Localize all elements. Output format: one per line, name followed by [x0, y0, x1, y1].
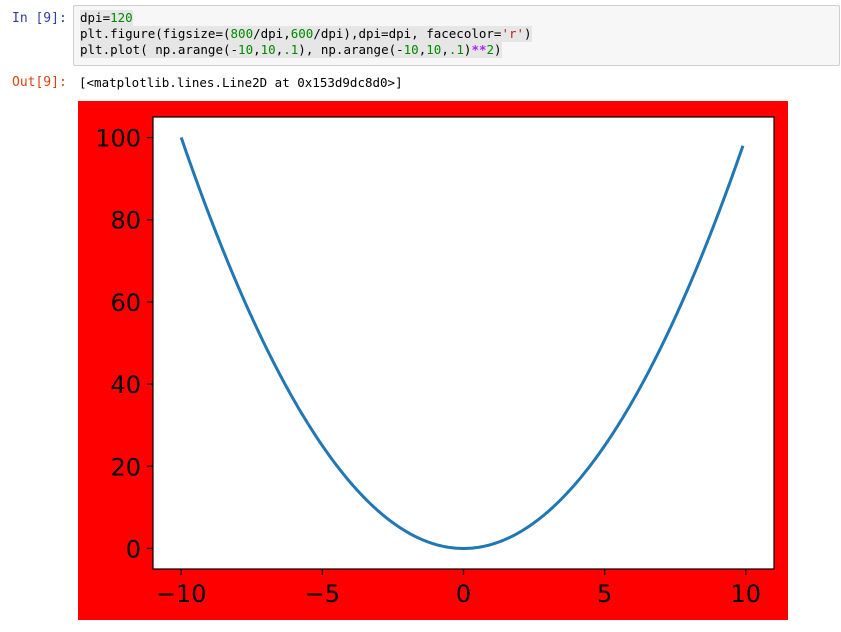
code-token: 120 [110, 10, 133, 25]
code-token: ) [494, 42, 502, 57]
code-token: ) [524, 26, 532, 41]
code-token: 800 [230, 26, 254, 41]
y-tick-label: 20 [110, 453, 141, 481]
code-token: .1 [448, 42, 464, 57]
x-tick-label: 5 [597, 580, 612, 608]
y-tick-label: 40 [110, 371, 141, 399]
x-tick-label: −10 [156, 580, 207, 608]
code-token: ), np.arange(- [298, 42, 404, 57]
code-line-1: dpi=120 [80, 10, 133, 26]
y-tick-label: 0 [126, 535, 141, 563]
chart-svg: −10 −5 0 5 10020406080100 [95, 116, 775, 608]
plot-area [153, 117, 774, 569]
x-tick-label: 0 [456, 580, 471, 608]
code-editor[interactable]: dpi=120 plt.figure(figsize=(800/dpi,600/d… [80, 10, 532, 58]
code-token: 600 [290, 26, 314, 41]
output-prompt: Out[9]: [12, 75, 67, 90]
code-token: 10 [403, 42, 419, 57]
code-token: , [441, 42, 449, 57]
y-tick-label: 80 [110, 207, 141, 235]
code-token: 'r' [501, 26, 525, 41]
code-token: /dpi),dpi=dpi, facecolor= [313, 26, 502, 41]
chart-figure: −10 −5 0 5 10 0 20 40 60 80 100 [78, 101, 788, 620]
output-text: [<matplotlib.lines.Line2D at 0x153d9dc8d… [79, 75, 403, 90]
code-token: ** [471, 42, 487, 57]
x-tick-label: −5 [305, 580, 340, 608]
code-line-2: plt.figure(figsize=(800/dpi,600/dpi),dpi… [80, 26, 532, 42]
code-line-3: plt.plot( np.arange(-10,10,.1), np.arang… [80, 42, 502, 58]
code-token: 10 [238, 42, 254, 57]
y-tick-label: 100 [95, 125, 141, 153]
x-tick-label: 10 [730, 580, 761, 608]
input-prompt: In [9]: [12, 11, 67, 26]
code-token: .1 [283, 42, 299, 57]
code-token: plt.plot( np.arange(- [80, 42, 239, 57]
code-token: plt.figure(figsize=( [80, 26, 231, 41]
code-token: /dpi, [253, 26, 291, 41]
code-token: 2 [486, 42, 495, 57]
code-token: dpi= [80, 10, 111, 25]
code-token: , [253, 42, 261, 57]
code-token: 10 [426, 42, 442, 57]
code-cell-input[interactable]: dpi=120 plt.figure(figsize=(800/dpi,600/d… [73, 5, 840, 66]
code-token: 10 [260, 42, 276, 57]
y-tick-label: 60 [110, 289, 141, 317]
